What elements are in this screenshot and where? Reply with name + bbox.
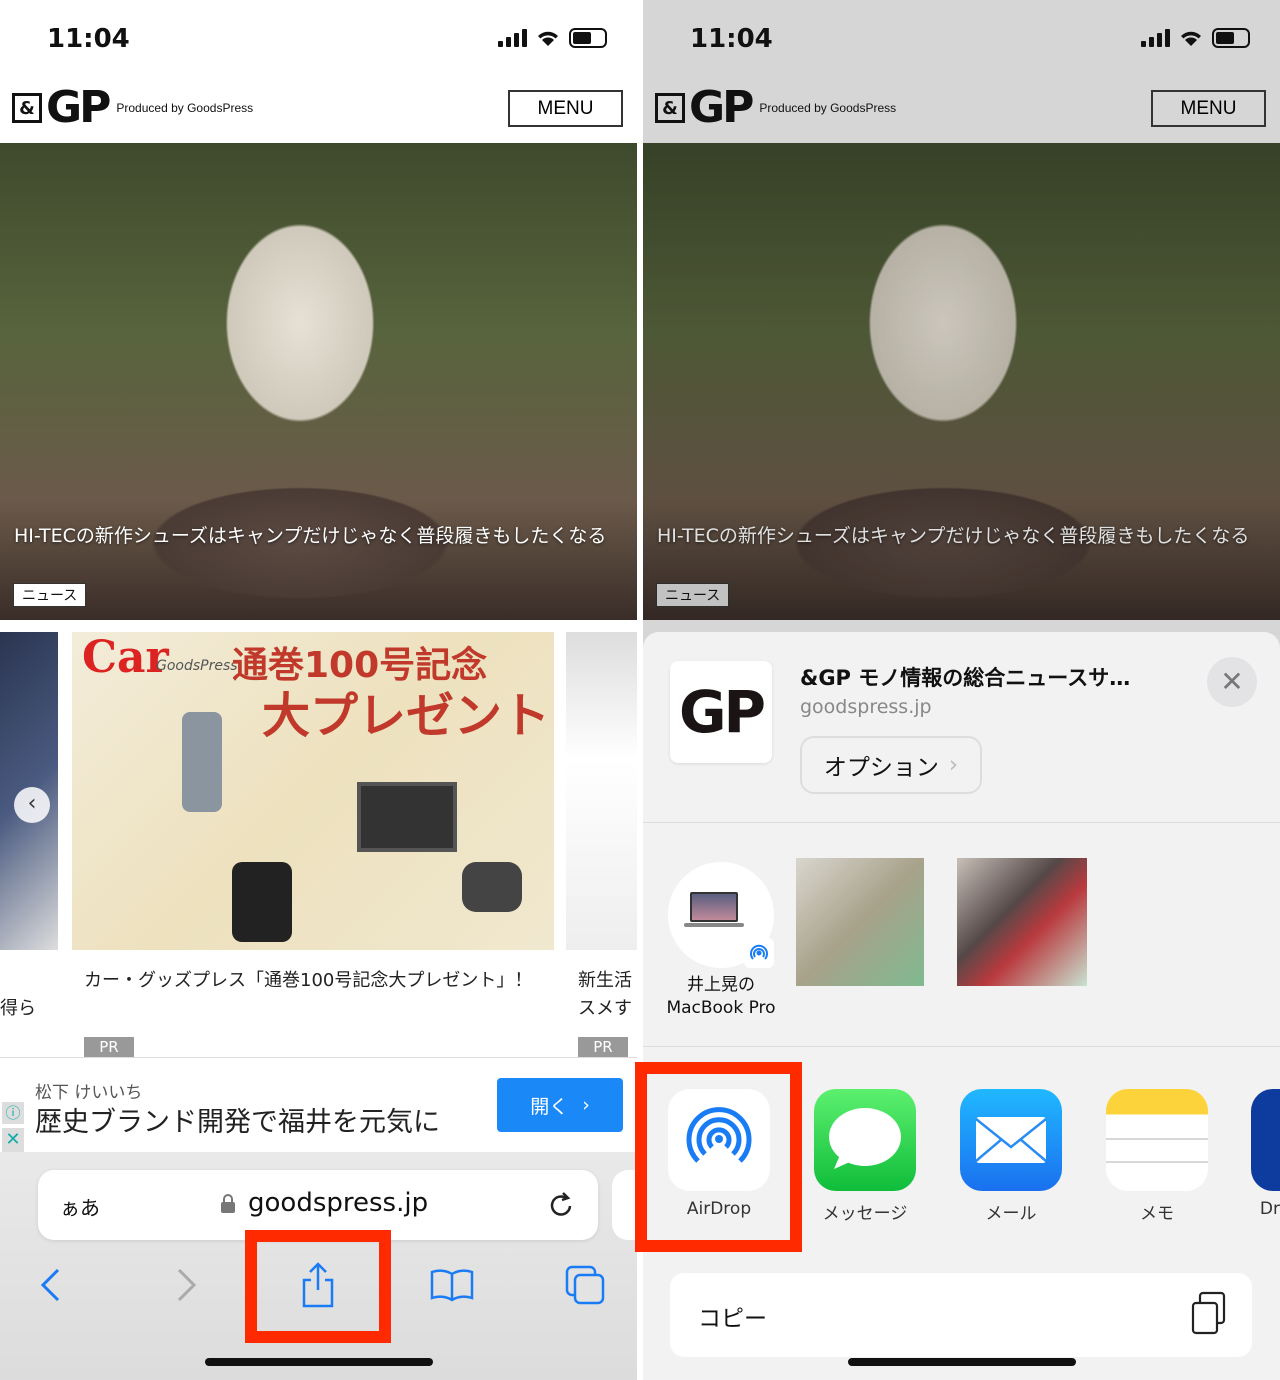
ad-headline[interactable]: 歴史ブランド開発で福井を元気に (35, 1100, 440, 1139)
chevron-right-icon: › (948, 752, 959, 778)
copy-label: コピー (698, 1306, 767, 1332)
share-sheet: GP &GP モノ情報の総合ニュースサ… goodspress.jp オプション… (643, 632, 1280, 1380)
divider (643, 822, 1280, 823)
bookmarks-icon[interactable] (430, 1268, 474, 1302)
cellular-icon (1141, 29, 1170, 47)
product-image (462, 862, 522, 912)
banner-headline-2: 大プレゼント (262, 688, 551, 744)
banner-sub: GoodsPress (156, 658, 238, 674)
hero-title: HI-TECの新作シューズはキャンプだけじゃなく普段履きもしたくなる (657, 525, 1250, 547)
forward-icon[interactable] (175, 1267, 199, 1303)
status-icons (1141, 28, 1250, 48)
page-settings-button[interactable]: ぁあ (60, 1192, 100, 1221)
ad-open-label: 開く (530, 1095, 569, 1118)
url-text[interactable]: goodspress.jp (248, 1188, 428, 1218)
site-logo[interactable]: & GP Produced by GoodsPress (12, 82, 254, 133)
menu-button[interactable]: MENU (508, 90, 623, 127)
divider (643, 1046, 1280, 1047)
status-time: 11:04 (690, 24, 773, 54)
safari-screen: 11:04 & GP Produced by GoodsPress MENU H… (0, 0, 637, 1380)
wifi-icon (538, 31, 558, 46)
carousel-caption[interactable]: 得ら (0, 995, 40, 1023)
tabs-icon[interactable] (565, 1265, 607, 1305)
device-owner: 井上晃の (687, 975, 755, 995)
reload-icon[interactable] (548, 1190, 576, 1220)
menu-button: MENU (1151, 90, 1266, 127)
ad-banner[interactable]: 松下 けいいち 歴史ブランド開発で福井を元気に ⓘ ✕ 開く › (0, 1057, 637, 1152)
share-domain: goodspress.jp (800, 696, 932, 718)
article-carousel[interactable]: Car GoodsPress 通巻100号記念 大プレゼント ‹ (0, 632, 637, 952)
app-label: Dr (1259, 1199, 1280, 1219)
app-messages[interactable] (814, 1089, 916, 1191)
battery-icon (1212, 28, 1250, 48)
macbook-base (684, 923, 744, 927)
status-icons (498, 28, 607, 48)
options-button[interactable]: オプション › (800, 736, 982, 794)
product-image (357, 782, 457, 852)
category-tag: ニュース (656, 583, 730, 607)
carousel-card-banner[interactable]: Car GoodsPress 通巻100号記念 大プレゼント (72, 632, 554, 950)
logo-gp: GP (46, 82, 111, 133)
hero-article: HI-TECの新作シューズはキャンプだけじゃなく普段履きもしたくなる ニュース (643, 143, 1280, 620)
contact-avatar-blurred[interactable] (796, 858, 924, 986)
lock-icon (221, 1194, 235, 1213)
carousel-caption[interactable]: カー・グッズプレス「通巻100号記念大プレゼント」！ (84, 967, 534, 995)
airdrop-device-label: 井上晃の MacBook Pro (651, 974, 791, 1020)
logo-amp: & (12, 93, 42, 123)
share-title: &GP モノ情報の総合ニュースサ… (800, 666, 1131, 690)
produced-by: Produced by GoodsPress (759, 101, 897, 115)
category-tag[interactable]: ニュース (13, 583, 87, 607)
ad-info-icon[interactable]: ⓘ (2, 1102, 24, 1124)
options-label: オプション (823, 755, 939, 781)
app-mail[interactable] (960, 1089, 1062, 1191)
contact-avatar-blurred[interactable] (957, 858, 1087, 986)
airdrop-device-macbook[interactable] (668, 862, 774, 968)
app-label: メモ (1140, 1204, 1174, 1224)
produced-by: Produced by GoodsPress (116, 101, 254, 115)
carousel-prev-button[interactable]: ‹ (14, 787, 50, 823)
next-tab-preview[interactable] (612, 1170, 637, 1240)
close-button[interactable]: ✕ (1207, 657, 1257, 707)
macbook-icon (690, 892, 738, 922)
app-label: メール (985, 1204, 1037, 1224)
hero-article[interactable]: HI-TECの新作シューズはキャンプだけじゃなく普段履きもしたくなる ニュース (0, 143, 637, 620)
airdrop-badge-icon (744, 938, 774, 968)
cellular-icon (498, 29, 527, 47)
pr-badge: PR (578, 1037, 628, 1057)
page-thumbnail: GP (670, 661, 772, 763)
app-notes[interactable] (1106, 1089, 1208, 1191)
share-button-highlight (245, 1230, 391, 1343)
device-name: MacBook Pro (666, 998, 776, 1018)
logo-amp: & (655, 93, 685, 123)
status-time: 11:04 (47, 24, 130, 54)
product-image (182, 712, 222, 812)
back-icon[interactable] (38, 1267, 62, 1303)
ad-open-button[interactable]: 開く › (497, 1078, 623, 1132)
home-indicator (848, 1358, 1076, 1366)
airdrop-highlight (635, 1062, 802, 1252)
wifi-icon (1181, 31, 1201, 46)
hero-title[interactable]: HI-TECの新作シューズはキャンプだけじゃなく普段履きもしたくなる (14, 523, 624, 550)
action-copy[interactable]: コピー (670, 1273, 1252, 1357)
mail-icon (975, 1117, 1047, 1163)
product-image (232, 862, 292, 942)
carousel-card-next[interactable] (566, 632, 637, 950)
carousel-caption[interactable]: 新生活スメす (578, 967, 637, 1023)
app-label: メッセージ (822, 1204, 908, 1224)
ad-close-icon[interactable]: ✕ (2, 1128, 24, 1152)
home-indicator (205, 1358, 433, 1366)
pr-badge: PR (84, 1037, 134, 1057)
battery-icon (569, 28, 607, 48)
chevron-right-icon: › (582, 1094, 590, 1116)
logo-gp: GP (689, 82, 754, 133)
app-dropbox[interactable] (1251, 1089, 1280, 1191)
messages-icon (829, 1108, 901, 1169)
copy-icon (1191, 1291, 1226, 1335)
notes-icon (1106, 1138, 1208, 1163)
site-logo: & GP Produced by GoodsPress (655, 82, 897, 133)
